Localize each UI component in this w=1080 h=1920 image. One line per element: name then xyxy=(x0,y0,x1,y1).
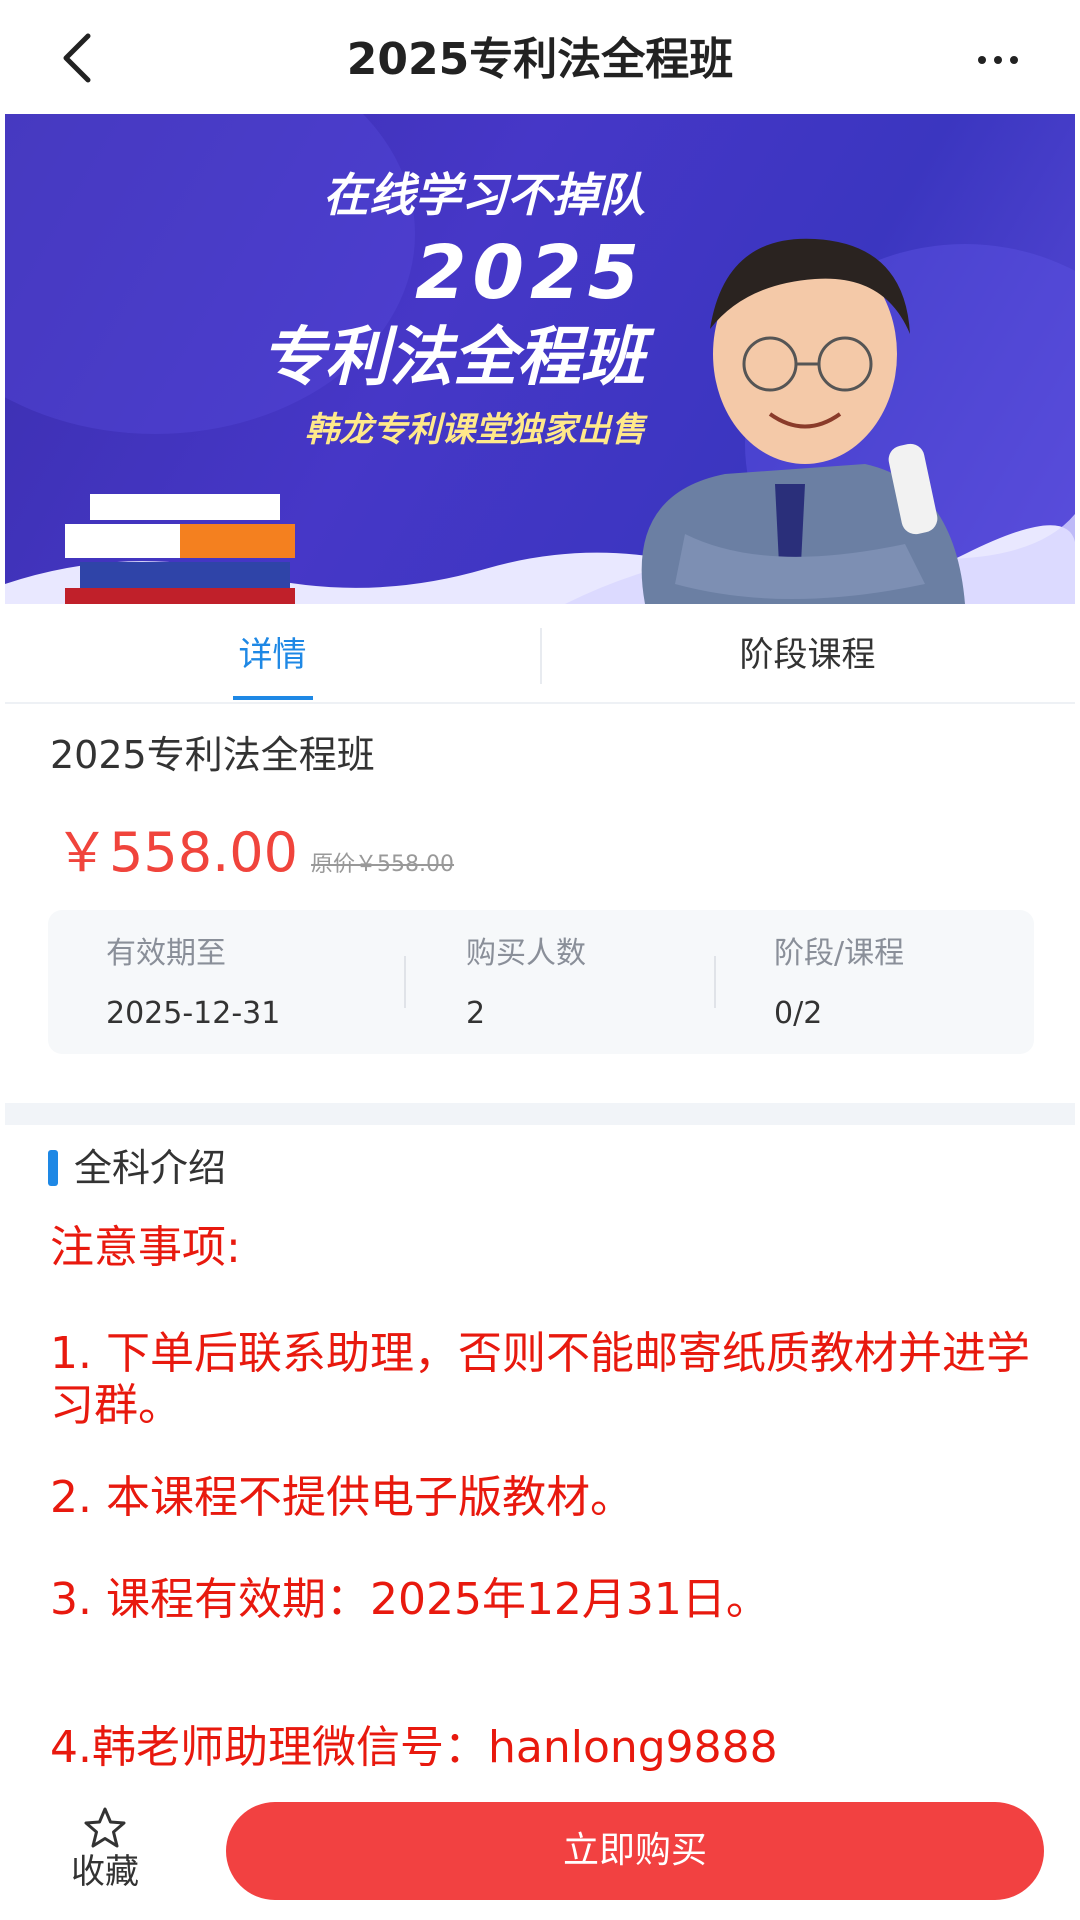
banner-line-4: 韩龙专利课堂独家出售 xyxy=(305,410,645,450)
stat-divider xyxy=(404,956,406,1008)
star-icon xyxy=(84,1807,126,1848)
top-bar: 2025专利法全程班 xyxy=(0,0,1080,114)
stat-buyers: 购买人数 2 xyxy=(466,932,586,1036)
section-title: 全科介绍 xyxy=(74,1146,227,1190)
more-icon xyxy=(978,56,1018,64)
course-stats-card: 有效期至 2025-12-31 购买人数 2 阶段/课程 0/2 xyxy=(48,910,1034,1054)
tab-stage-courses[interactable]: 阶段课程 xyxy=(540,620,1075,702)
more-options-button[interactable] xyxy=(968,30,1028,90)
course-banner: 在线学习不掉队 2025 专利法全程班 韩龙专利课堂独家出售 xyxy=(5,114,1075,604)
active-tab-indicator xyxy=(233,696,313,700)
current-price: ￥558.00 xyxy=(55,821,298,884)
notice-item-1: 1. 下单后联系助理，否则不能邮寄纸质教材并进学习群。 xyxy=(50,1328,1030,1431)
notice-item-2: 2. 本课程不提供电子版教材。 xyxy=(50,1472,634,1523)
notice-item-3: 3. 课程有效期：2025年12月31日。 xyxy=(50,1574,770,1625)
stat-stage-course: 阶段/课程 0/2 xyxy=(774,932,904,1036)
stat-divider xyxy=(714,956,716,1008)
buy-now-button[interactable]: 立即购买 xyxy=(226,1802,1044,1900)
favorite-label: 收藏 xyxy=(71,1852,139,1892)
banner-line-1: 在线学习不掉队 xyxy=(323,168,645,222)
notice-item-4: 4.韩老师助理微信号：hanlong9888 xyxy=(50,1722,778,1773)
banner-line-3: 专利法全程班 xyxy=(261,321,645,395)
course-title: 2025专利法全程班 xyxy=(50,733,375,777)
bottom-action-bar: 收藏 立即购买 xyxy=(0,1794,1080,1920)
original-price: 原价￥558.00 xyxy=(311,852,455,877)
stat-label: 有效期至 xyxy=(106,936,226,971)
section-separator xyxy=(5,1103,1075,1125)
stat-value: 0/2 xyxy=(774,996,823,1031)
stat-value: 2025-12-31 xyxy=(106,996,281,1031)
stat-label: 购买人数 xyxy=(466,936,586,971)
tab-detail[interactable]: 详情 xyxy=(5,620,540,702)
banner-text: 在线学习不掉队 2025 专利法全程班 韩龙专利课堂独家出售 xyxy=(105,160,645,460)
stat-valid-until: 有效期至 2025-12-31 xyxy=(106,932,280,1036)
notice-title: 注意事项: xyxy=(50,1222,241,1273)
banner-line-2: 2025 xyxy=(415,230,645,316)
price-row: ￥558.00 原价￥558.00 xyxy=(55,818,454,888)
favorite-button[interactable]: 收藏 xyxy=(50,1806,160,1894)
page-title: 2025专利法全程班 xyxy=(346,34,734,85)
tab-bar: 详情 阶段课程 xyxy=(5,620,1075,704)
section-accent-bar xyxy=(48,1150,58,1186)
stat-label: 阶段/课程 xyxy=(774,936,905,971)
stat-value: 2 xyxy=(466,996,486,1031)
